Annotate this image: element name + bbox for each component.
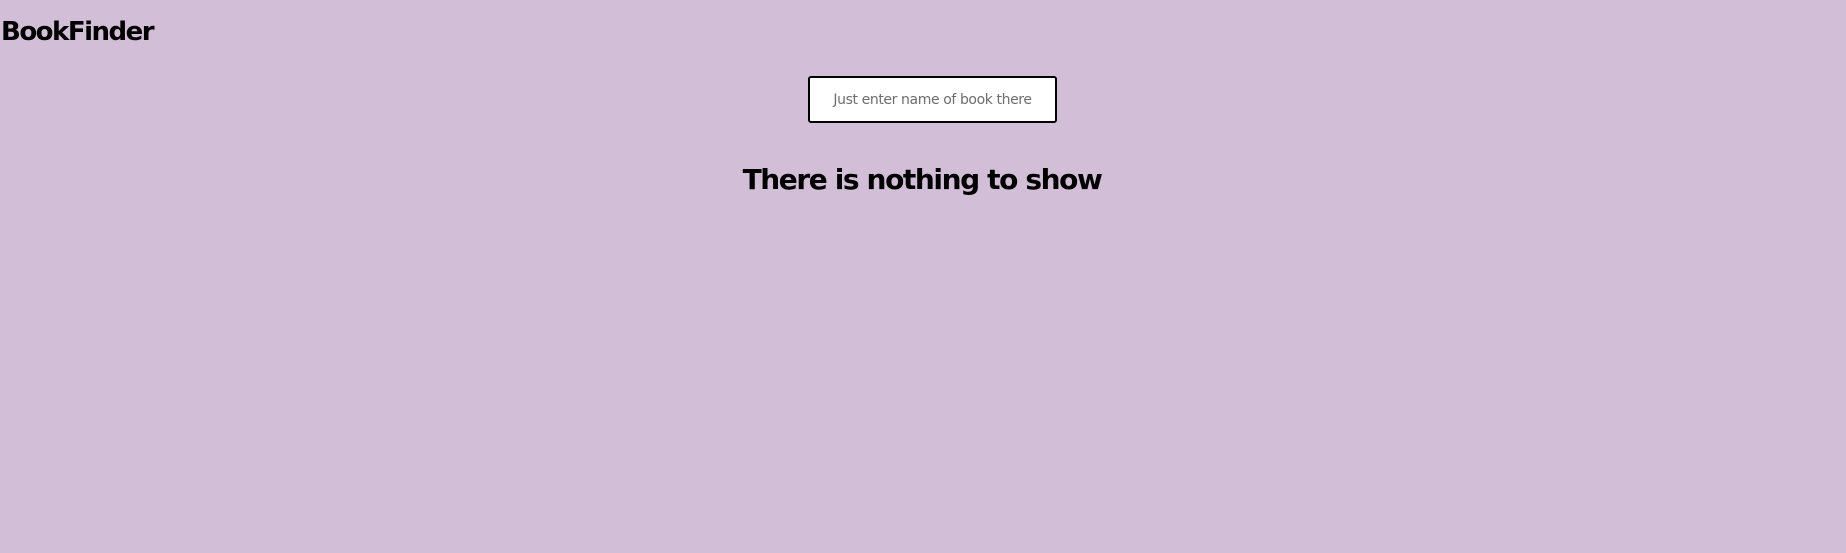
empty-results-message: There is nothing to show — [742, 163, 1103, 196]
search-input[interactable] — [808, 76, 1057, 123]
app-title: BookFinder — [1, 17, 155, 47]
search-container — [808, 76, 1057, 123]
